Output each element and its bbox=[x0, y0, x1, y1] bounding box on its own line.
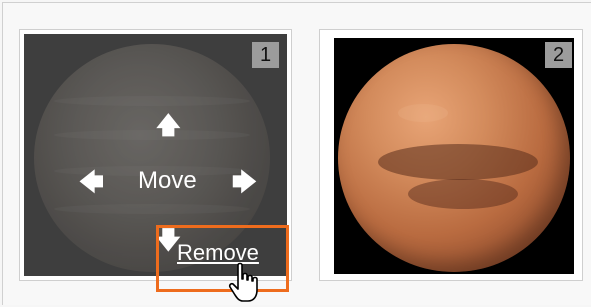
move-label[interactable]: Move bbox=[138, 166, 197, 196]
arrow-up-icon[interactable]: 🡅 bbox=[156, 114, 181, 138]
thumbnail-number-badge: 1 bbox=[252, 42, 279, 68]
thumbnail-number-badge: 2 bbox=[545, 42, 572, 68]
arrow-left-icon[interactable]: 🡄 bbox=[79, 171, 104, 195]
arrow-right-icon[interactable]: 🡆 bbox=[232, 171, 257, 195]
hand-pointer-icon bbox=[228, 262, 258, 302]
thumbnail-2[interactable]: 2 bbox=[319, 29, 583, 281]
gallery-container: 1 🡅 🡇 🡄 🡆 Move 2 Remove bbox=[2, 2, 591, 305]
mars-image bbox=[338, 44, 570, 272]
image-gallery-panel: 1 🡅 🡇 🡄 🡆 Move 2 Remove bbox=[0, 0, 591, 307]
thumbnail-2-image-frame bbox=[334, 38, 574, 274]
